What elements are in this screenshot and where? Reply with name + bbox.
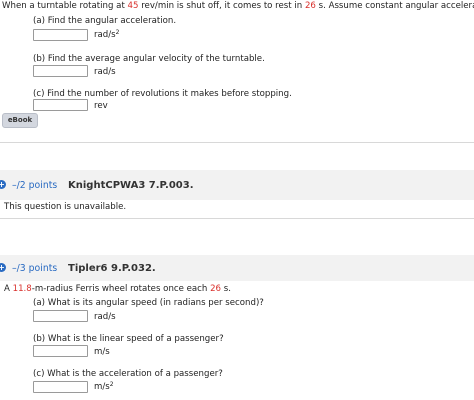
divider <box>0 218 474 219</box>
q1-part-b-unit: rad/s <box>94 67 116 77</box>
q3-part-a-unit: rad/s <box>94 312 116 322</box>
q3-part-c-unit: m/s2 <box>94 381 114 392</box>
q3-part-c-input[interactable] <box>33 381 88 393</box>
q3-part-b-unit: m/s <box>94 347 110 357</box>
q1-rpm-value: 45 <box>127 1 139 11</box>
q3-prompt-text-a: A <box>4 284 13 294</box>
q1-part-c-label: (c) Find the number of revolutions it ma… <box>33 89 292 99</box>
q1-prompt-text-a: When a turntable rotating at <box>2 1 128 11</box>
q3-radius-value: 11.8 <box>12 284 32 294</box>
q3-prompt-text-b: -m-radius Ferris wheel rotates once each <box>31 284 211 294</box>
q1-part-c-unit: rev <box>94 101 108 111</box>
q2-points: –/2 points <box>12 180 58 191</box>
q1-part-b-input[interactable] <box>33 65 88 77</box>
q3-points: –/3 points <box>12 263 58 274</box>
q3-prompt: A 11.8-m-radius Ferris wheel rotates onc… <box>4 285 231 294</box>
q3-part-b-input[interactable] <box>33 345 88 357</box>
q1-prompt-text-c: s. Assume constant angular acceleration. <box>318 1 474 11</box>
q1-part-c-input[interactable] <box>33 99 88 111</box>
q3-prompt-text-c: s. <box>221 284 231 294</box>
q3-part-c-label: (c) What is the acceleration of a passen… <box>33 369 223 379</box>
divider <box>0 142 474 143</box>
q3-seconds-value: 26 <box>210 284 222 294</box>
q1-prompt-text-b: rev/min is shut off, it comes to rest in <box>138 1 305 11</box>
q3-part-a-label: (a) What is its angular speed (in radian… <box>33 298 264 308</box>
q1-seconds-value: 26 <box>304 1 316 11</box>
q1-part-a-label: (a) Find the angular acceleration. <box>33 16 177 26</box>
q3-question-id: Tipler6 9.P.032. <box>68 263 156 274</box>
q3-part-b-label: (b) What is the linear speed of a passen… <box>33 334 224 344</box>
q3-part-a-input[interactable] <box>33 310 88 322</box>
q2-unavailable-text: This question is unavailable. <box>4 202 127 212</box>
q2-question-id: KnightCPWA3 7.P.003. <box>68 180 194 191</box>
q1-part-a-unit: rad/s2 <box>94 29 120 40</box>
q1-prompt: When a turntable rotating at 45 rev/min … <box>2 2 474 11</box>
q1-part-a-input[interactable] <box>33 29 88 41</box>
q1-part-b-label: (b) Find the average angular velocity of… <box>33 54 265 64</box>
ebook-button[interactable]: eBook <box>2 113 38 128</box>
